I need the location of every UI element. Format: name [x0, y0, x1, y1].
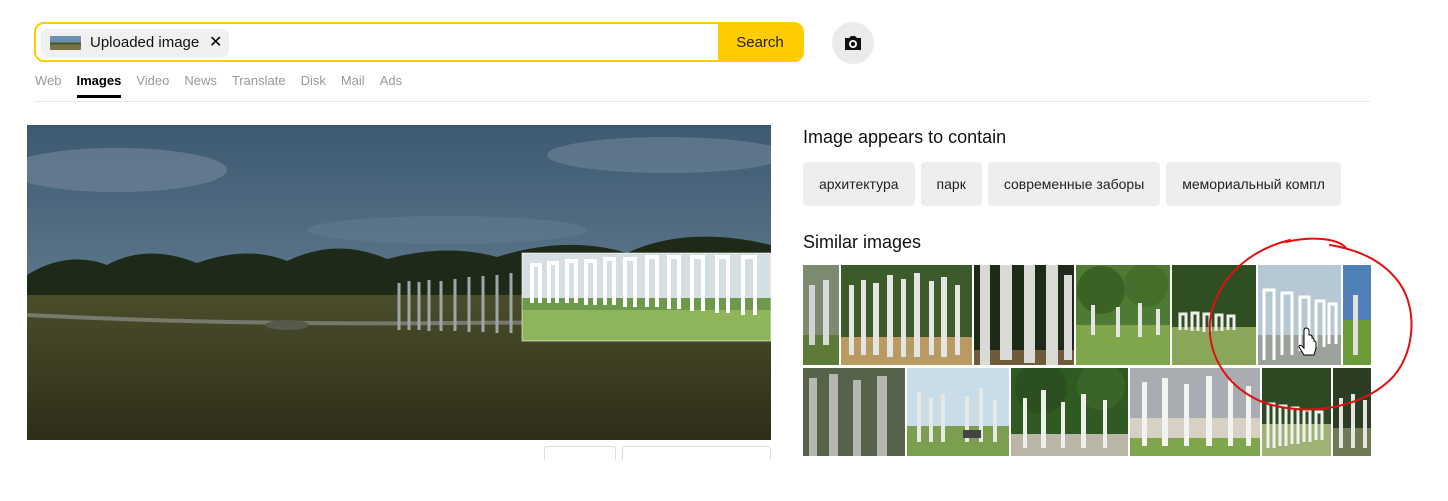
camera-icon	[845, 36, 861, 50]
crop-control[interactable]	[544, 446, 616, 460]
search-button[interactable]: Search	[718, 24, 802, 60]
similar-image-thumb[interactable]	[1172, 265, 1256, 365]
uploaded-image-label: Uploaded image	[90, 34, 200, 51]
similar-title: Similar images	[803, 232, 922, 252]
service-nav: Web Images Video News Translate Disk Mai…	[35, 73, 417, 98]
tag-item[interactable]: архитектура	[803, 162, 915, 206]
nav-disk[interactable]: Disk	[301, 73, 326, 88]
nav-images[interactable]: Images	[76, 73, 121, 98]
similar-image-thumb[interactable]	[803, 265, 839, 365]
nav-divider	[34, 101, 1370, 102]
camera-search-button[interactable]	[832, 22, 874, 64]
search-box[interactable]: Uploaded image ✕ Search	[34, 22, 804, 62]
similar-image-thumb[interactable]	[1076, 265, 1170, 365]
crop-control[interactable]	[622, 446, 771, 460]
similar-image-thumb[interactable]	[803, 368, 905, 456]
tag-item[interactable]: современные заборы	[987, 162, 1161, 206]
tag-item[interactable]: парк	[920, 162, 982, 206]
similar-image-thumb[interactable]	[1258, 265, 1341, 365]
similar-image-thumb[interactable]	[1333, 368, 1371, 456]
similar-image-thumb[interactable]	[974, 265, 1074, 365]
contains-title: Image appears to contain	[803, 127, 1007, 147]
tag-item[interactable]: мемориальный компл	[1166, 162, 1341, 206]
similar-row	[803, 265, 1371, 365]
similar-image-thumb[interactable]	[1343, 265, 1371, 365]
uploaded-image-preview[interactable]	[27, 125, 771, 440]
uploaded-image-thumbnail	[50, 36, 81, 50]
nav-translate[interactable]: Translate	[232, 73, 286, 88]
similar-image-thumb[interactable]	[1011, 368, 1128, 456]
similar-image-thumb[interactable]	[1130, 368, 1260, 456]
nav-ads[interactable]: Ads	[380, 73, 402, 88]
similar-row	[803, 368, 1371, 456]
nav-video[interactable]: Video	[136, 73, 169, 88]
similar-image-thumb[interactable]	[1262, 368, 1331, 456]
uploaded-image-chip[interactable]: Uploaded image ✕	[41, 29, 229, 57]
similar-image-thumb[interactable]	[907, 368, 1009, 456]
nav-news[interactable]: News	[184, 73, 217, 88]
similar-image-thumb[interactable]	[841, 265, 972, 365]
nav-mail[interactable]: Mail	[341, 73, 365, 88]
tag-list: архитектура парк современные заборы мемориа…	[803, 162, 1371, 206]
remove-image-icon[interactable]: ✕	[209, 32, 222, 52]
nav-web[interactable]: Web	[35, 73, 62, 88]
